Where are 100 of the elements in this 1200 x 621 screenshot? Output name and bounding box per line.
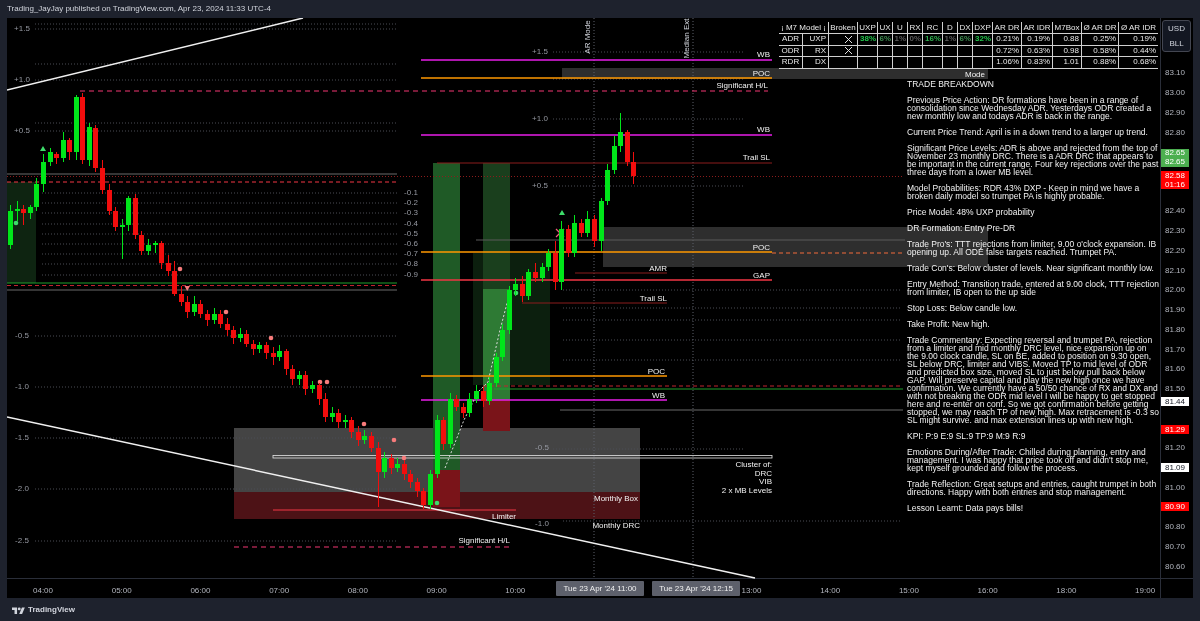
bearish-candle — [349, 417, 354, 438]
level-label: Monthly DRC — [592, 521, 640, 530]
time-label: 06:00 — [190, 586, 211, 596]
note-heading: TRADE BREAKDOWN — [907, 80, 995, 88]
signal-dot-icon — [223, 309, 229, 315]
price-label: 82.90 — [1165, 107, 1186, 117]
column-header: Ø AR IDR — [1118, 22, 1158, 33]
price-badge: 81.29 — [1161, 425, 1189, 434]
bullish-candle — [487, 377, 492, 405]
bearish-candle — [67, 138, 72, 160]
note-paragraph: Price Model: 48% UXP probability — [907, 208, 1036, 216]
time-label: 18:00 — [1056, 586, 1077, 596]
note-paragraph: Take Profit: New high. — [907, 320, 991, 328]
triangle-up-icon — [40, 146, 46, 151]
publish-info: Trading_JayJay published on TradingView.com, Apr 23, 2024 11:33 UTC-4 — [7, 5, 271, 13]
price-label: 82.10 — [1165, 265, 1186, 275]
price-badge: 81.44 — [1161, 397, 1189, 406]
price-label: 81.70 — [1165, 344, 1186, 354]
table-cell: DX — [802, 57, 828, 68]
column-header: AR IDR — [1021, 22, 1052, 33]
level-label: POC — [647, 366, 665, 376]
cluster-note: Cluster of: DRC VIB 2 x MB Levels — [721, 460, 772, 495]
time-label: 15:00 — [898, 586, 919, 596]
table-cell: 16% — [922, 34, 942, 45]
bearish-candle — [481, 387, 486, 407]
note-paragraph: Emotions During/After Trade: Chilled during planning, entry and management. I was happy that price took off and didn't stop me, kept myself grounded and follow the process. — [907, 448, 1150, 472]
stop-zone — [433, 470, 460, 507]
bullish-candle — [61, 132, 66, 162]
time-badge: Tue 23 Apr '24 12:15 — [652, 581, 740, 596]
triangle-up-icon — [559, 210, 565, 215]
time-label: 07:00 — [269, 586, 290, 596]
level-label: POC — [752, 68, 770, 78]
bullish-candle — [526, 269, 531, 300]
bearish-candle — [356, 426, 361, 446]
price-label: 81.90 — [1165, 305, 1186, 315]
time-label: 05:00 — [111, 586, 132, 596]
note-paragraph: Lesson Learnt: Data pays bills! — [907, 504, 1025, 512]
bullish-candle — [428, 470, 433, 509]
fib-level-label: -0.9 — [404, 270, 418, 280]
table-cell: 0.19% — [1021, 34, 1052, 45]
bearish-candle — [244, 330, 249, 347]
level-label: WB — [757, 50, 770, 59]
bearish-candle — [461, 403, 466, 418]
bullish-candle — [362, 430, 367, 444]
bearish-candle — [376, 442, 381, 507]
note-paragraph: Trade Commentary: Expecting reversal and trumpet PA, rejection from a limiter and mid monthly DRC level, nice expansion up on the 9.00 clock candle, SL on BE, added to position on 9.30 open, SL below DRC, limiter and VIBS. Moved TP to mid level of ODR and predicted box size, moved SL to just below pull back below GAP. Will preserve capital and play the new high once we have confirmation. We currently have a 50/50 chance of RX and DX and with not breaking the ODR mid level I will be happy to get stopped here and re-enter on conf. So we got confirmation before getting stopped, we may reach TP of new high. Max retracement is -0.3 so SL might survive. and max extension lines up with new high. — [907, 336, 1159, 424]
price-label: 81.60 — [1165, 364, 1186, 374]
note-paragraph: Trade Pro's: TTT rejections from limiter, 9.00 o'clock expansion. IB opening up. All ODE false targets reached. Trumpet PA. — [907, 240, 1158, 256]
note-paragraph: Significant Price Levels: ADR is above and rejected from the top of November 23 monthly DRC. There is a ADR DRC that appears to be important in the current range. Four key rejections over the past three days from a lower MB level. — [907, 144, 1159, 176]
marker-line-label: Median Ext — [682, 18, 692, 59]
bullish-candle — [448, 393, 453, 448]
bullish-candle — [74, 95, 79, 160]
column-header: AR DR — [992, 22, 1021, 33]
time-label: 04:00 — [33, 586, 53, 596]
table-cell: 1% — [942, 34, 957, 45]
table-cell: 0.68% — [1118, 57, 1158, 68]
table-cell: 0% — [907, 34, 922, 45]
price-label: 80.60 — [1165, 561, 1186, 571]
level-label: Significant H/L — [458, 536, 510, 545]
fib-level-label: -0.5 — [15, 331, 29, 341]
bearish-candle — [389, 454, 394, 474]
note-paragraph: Trade Con's: Below cluster of levels. Near significant monthly low. — [907, 264, 1155, 272]
table-cell: 1.01 — [1052, 57, 1081, 68]
signal-dot-icon — [13, 220, 19, 226]
bullish-candle — [257, 342, 262, 353]
column-header: DXP — [972, 22, 992, 33]
signal-dot-icon — [268, 335, 274, 341]
note-paragraph: Entry Method: Transition trade, entered at 9.00 clock, TTT rejection from limiter, IB open to the up side — [907, 280, 1159, 296]
bearish-candle — [264, 342, 269, 359]
note-paragraph: Trade Reflection: Great setups and entries, caught trumpet in both directions. Happy with both entries and stop management. — [907, 480, 1158, 496]
bearish-candle — [533, 263, 538, 282]
bullish-candle — [585, 211, 590, 237]
time-label: 08:00 — [347, 586, 368, 596]
time-label: 09:00 — [426, 586, 447, 596]
column-header: Ø AR DR — [1081, 22, 1118, 33]
bullish-candle — [41, 154, 46, 192]
price-label: 82.30 — [1165, 226, 1186, 236]
currency-unit-button[interactable]: USD BLL — [1162, 20, 1191, 52]
stop-zone — [483, 400, 510, 431]
level-label: Trail SL — [639, 294, 667, 303]
signal-dot-icon — [401, 455, 407, 461]
fib-level-label: -1.0 — [15, 382, 29, 392]
table-cell: UXP — [802, 34, 828, 45]
signal-dot-icon — [391, 437, 397, 443]
price-label: 82.40 — [1165, 206, 1186, 216]
note-paragraph: Previous Price Action: DR formations have been in a range of consolidation since Wednesday ADR. Yesterdays ODR created a new monthly low and todays ADR is back in the range. — [907, 96, 1153, 120]
signal-dot-icon — [177, 266, 183, 272]
price-label: 82.20 — [1165, 245, 1186, 255]
note-paragraph: DR Formation: Entry Pre-DR — [907, 224, 1017, 232]
time-label: 13:00 — [741, 586, 762, 596]
fib-level-label: -0.3 — [404, 208, 418, 218]
note-paragraph: Model Probabilities: RDR 43% DXP - Keep in mind we have a broken daily model so trumpet PA is highly probable. — [907, 184, 1141, 200]
table-cell: 1% — [892, 34, 907, 45]
table-cell-text: ADR — [781, 34, 800, 45]
column-header: DX — [957, 22, 972, 33]
level-label: AMR — [649, 264, 667, 273]
price-label: 82.80 — [1165, 127, 1186, 137]
price-badge: 82.65 — [1161, 148, 1189, 158]
note-paragraph: KPI: P:9 E:9 SL:9 TP:9 M:9 R:9 — [907, 432, 1027, 440]
table-cell: 6% — [877, 34, 892, 45]
